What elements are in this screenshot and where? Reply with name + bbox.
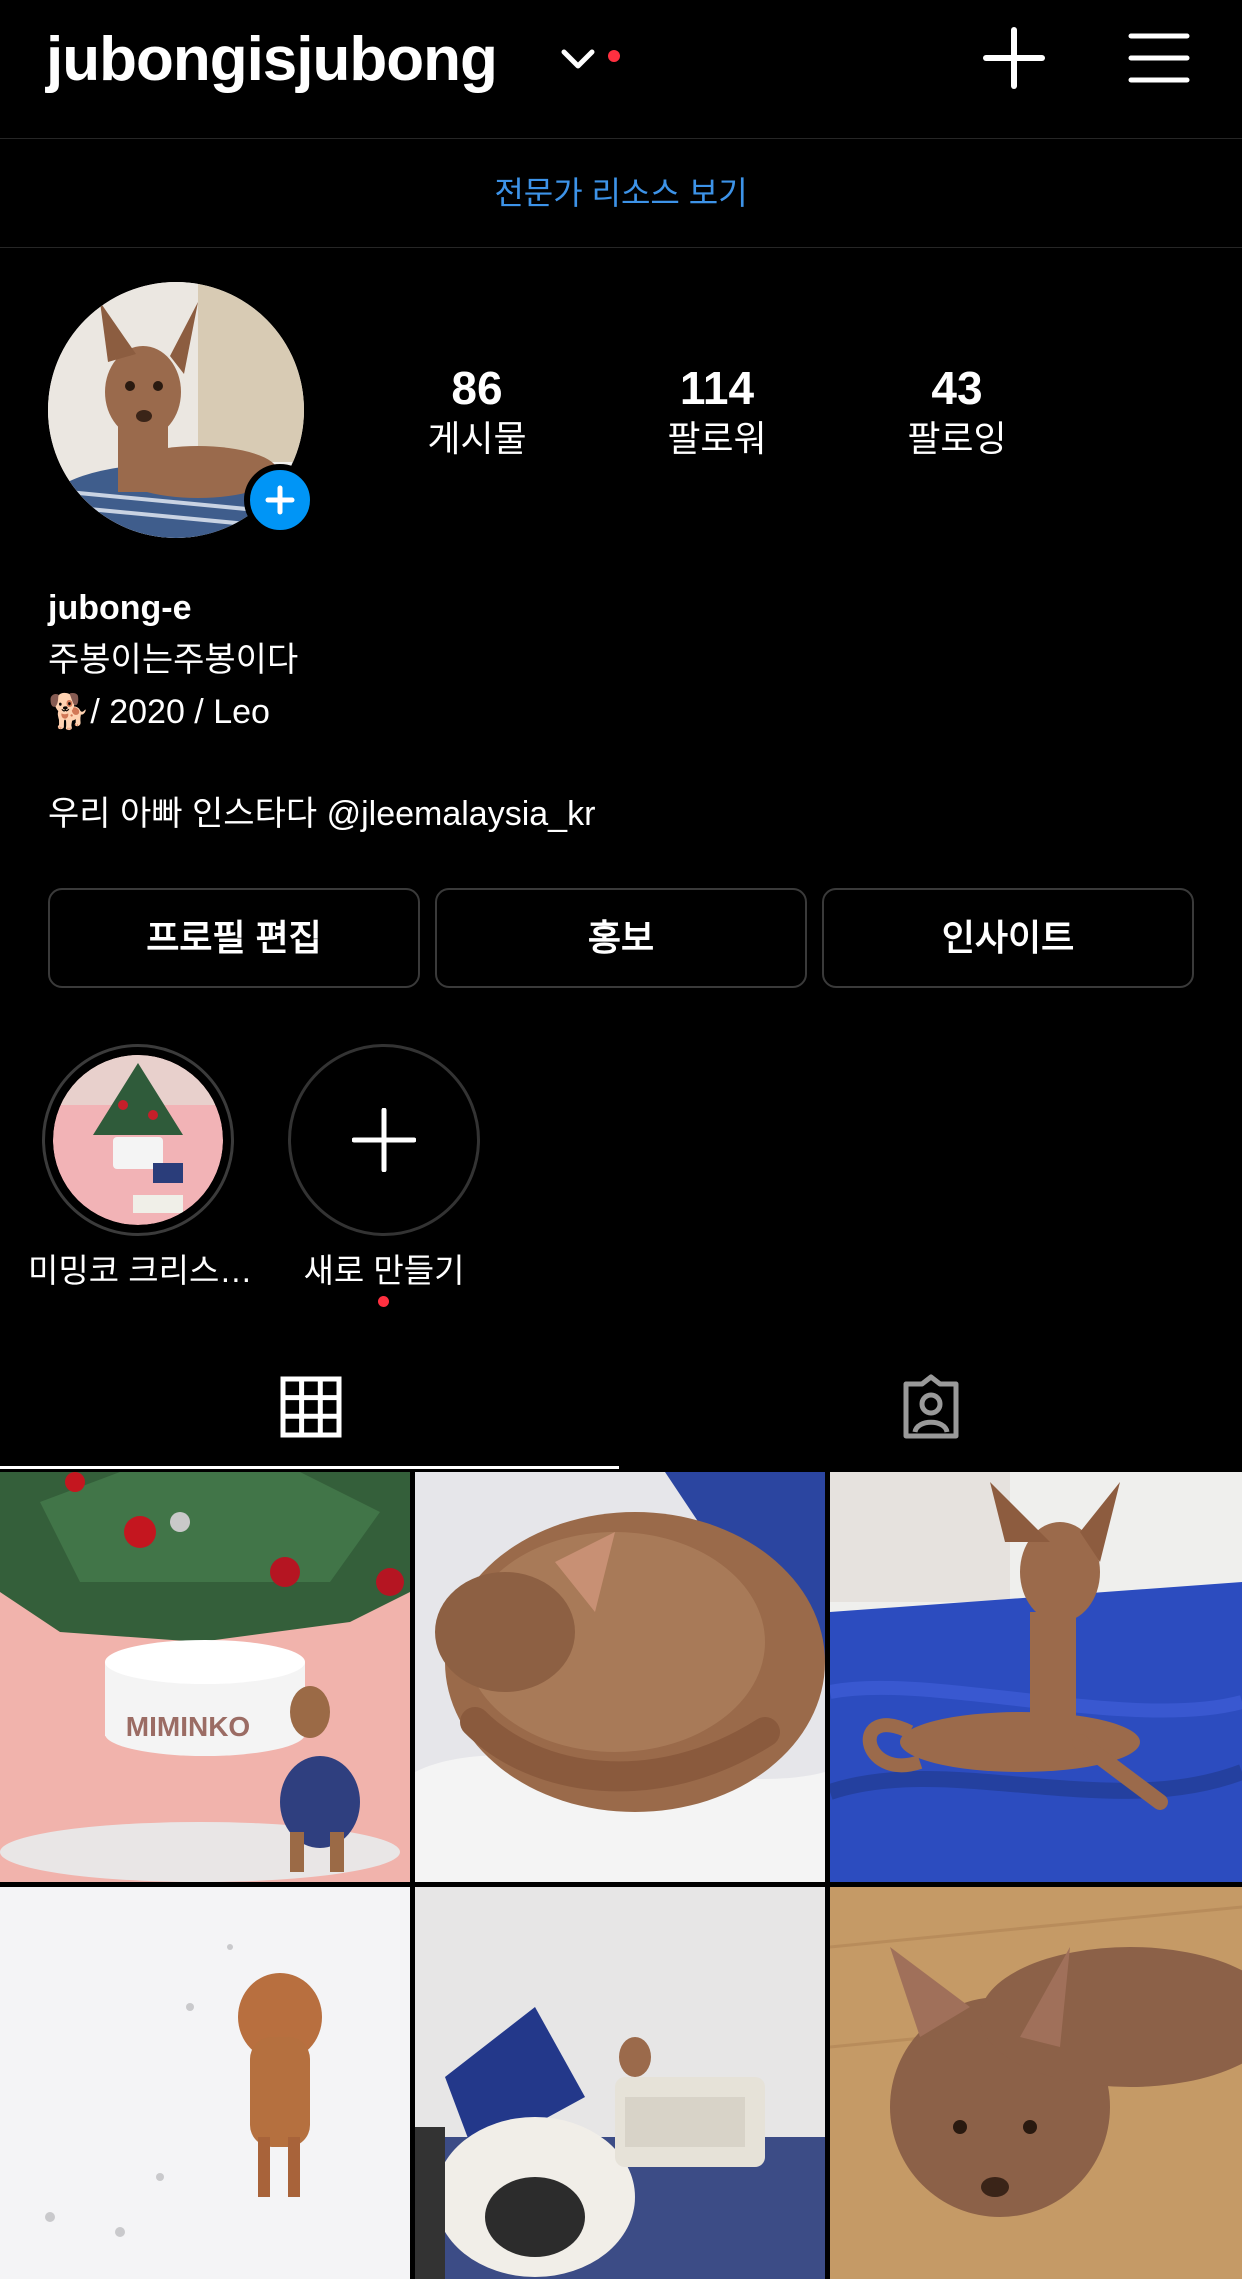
highlight-thumbnail <box>53 1055 223 1225</box>
highlight-label: 새로 만들기 <box>303 1252 465 1289</box>
notification-dot <box>608 50 620 62</box>
grid-post-on-bed[interactable] <box>830 1472 1242 1882</box>
highlight-label: 미밍코 크리스… <box>28 1252 253 1289</box>
account-username[interactable]: jubongisjubong <box>46 22 498 98</box>
insights-button[interactable]: 인사이트 <box>822 888 1194 988</box>
professional-resources-link[interactable]: 전문가 리소스 보기 <box>0 139 1242 247</box>
active-tab-indicator <box>0 1466 619 1469</box>
posts-count-label: 게시물 <box>427 418 527 459</box>
highlight-miminko[interactable] <box>42 1044 234 1236</box>
edit-profile-button[interactable]: 프로필 편집 <box>48 888 420 988</box>
posts-count[interactable]: 86 게시물 <box>377 360 577 462</box>
posts-count-value: 86 <box>451 362 503 414</box>
tagged-photos-icon[interactable] <box>898 1374 964 1440</box>
grid-post-christmas[interactable]: MIMINKO <box>0 1472 410 1882</box>
hamburger-menu-icon[interactable] <box>1128 30 1190 86</box>
miminko-text: MIMINKO <box>126 1711 250 1742</box>
add-story-button[interactable] <box>244 464 316 536</box>
professional-resources-bar[interactable]: 전문가 리소스 보기 <box>0 139 1242 248</box>
chevron-down-icon[interactable] <box>558 40 598 80</box>
new-highlight-button[interactable] <box>288 1044 480 1236</box>
grid-post-on-floor[interactable] <box>830 1887 1242 2279</box>
following-count[interactable]: 43 팔로잉 <box>857 360 1057 462</box>
followers-count[interactable]: 114 팔로워 <box>617 360 817 462</box>
grid-post-sleeping[interactable] <box>415 1472 825 1882</box>
grid-icon[interactable] <box>280 1376 342 1438</box>
promote-button[interactable]: 홍보 <box>435 888 807 988</box>
grid-post-room[interactable] <box>415 1887 825 2279</box>
following-count-value: 43 <box>931 362 983 414</box>
following-count-label: 팔로잉 <box>907 418 1007 459</box>
grid-post-snow[interactable] <box>0 1887 410 2279</box>
bio-line-mention[interactable]: 우리 아빠 인스타다 @jleemalaysia_kr <box>48 792 595 836</box>
display-name: jubong-e <box>48 589 192 627</box>
plus-icon[interactable] <box>982 26 1046 90</box>
plus-icon <box>352 1108 416 1172</box>
bio-line: 🐕/ 2020 / Leo <box>48 693 270 731</box>
notification-dot <box>378 1296 389 1307</box>
followers-count-value: 114 <box>679 362 755 414</box>
bio-line: 주봉이는주봉이다 <box>48 641 299 679</box>
followers-count-label: 팔로워 <box>667 418 767 459</box>
plus-icon <box>265 485 295 515</box>
